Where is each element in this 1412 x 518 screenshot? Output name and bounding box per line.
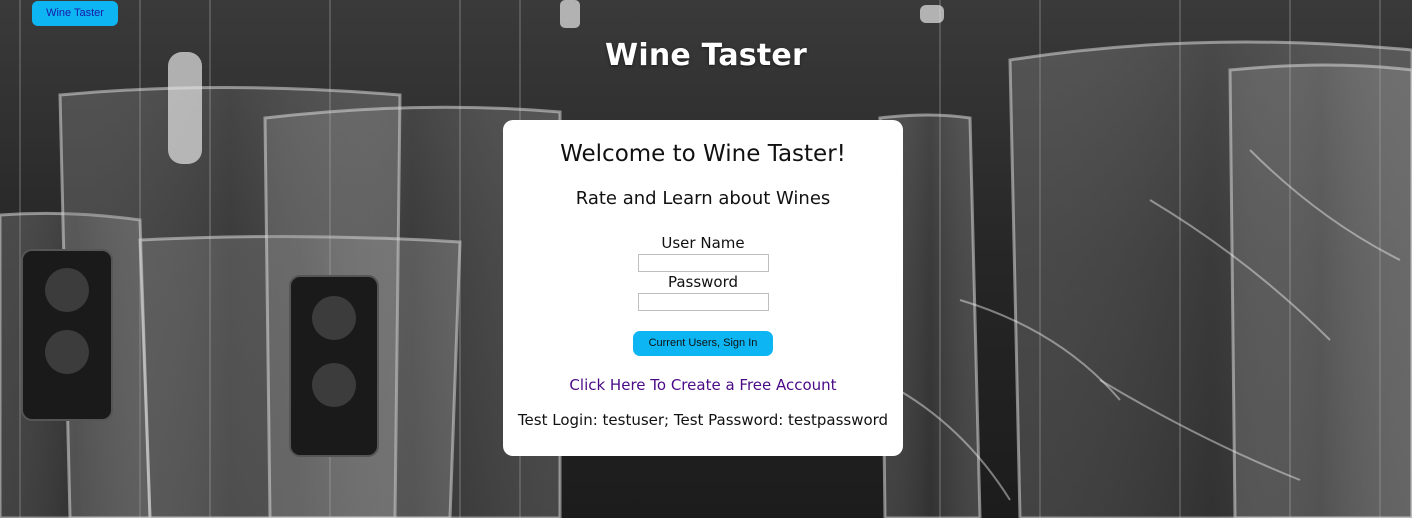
username-label: User Name: [661, 234, 745, 252]
login-card: Welcome to Wine Taster! Rate and Learn a…: [503, 120, 903, 456]
welcome-subheading: Rate and Learn about Wines: [575, 188, 831, 209]
welcome-heading: Welcome to Wine Taster!: [560, 141, 846, 167]
test-credentials-text: Test Login: testuser; Test Password: tes…: [517, 411, 889, 429]
create-account-link[interactable]: Click Here To Create a Free Account: [503, 376, 903, 394]
page-title: Wine Taster: [605, 38, 807, 73]
password-label: Password: [667, 273, 739, 291]
username-input[interactable]: [638, 254, 769, 272]
signin-button[interactable]: Current Users, Sign In: [633, 331, 773, 356]
wine-taster-nav-button[interactable]: Wine Taster: [32, 1, 118, 26]
password-input[interactable]: [638, 293, 769, 311]
